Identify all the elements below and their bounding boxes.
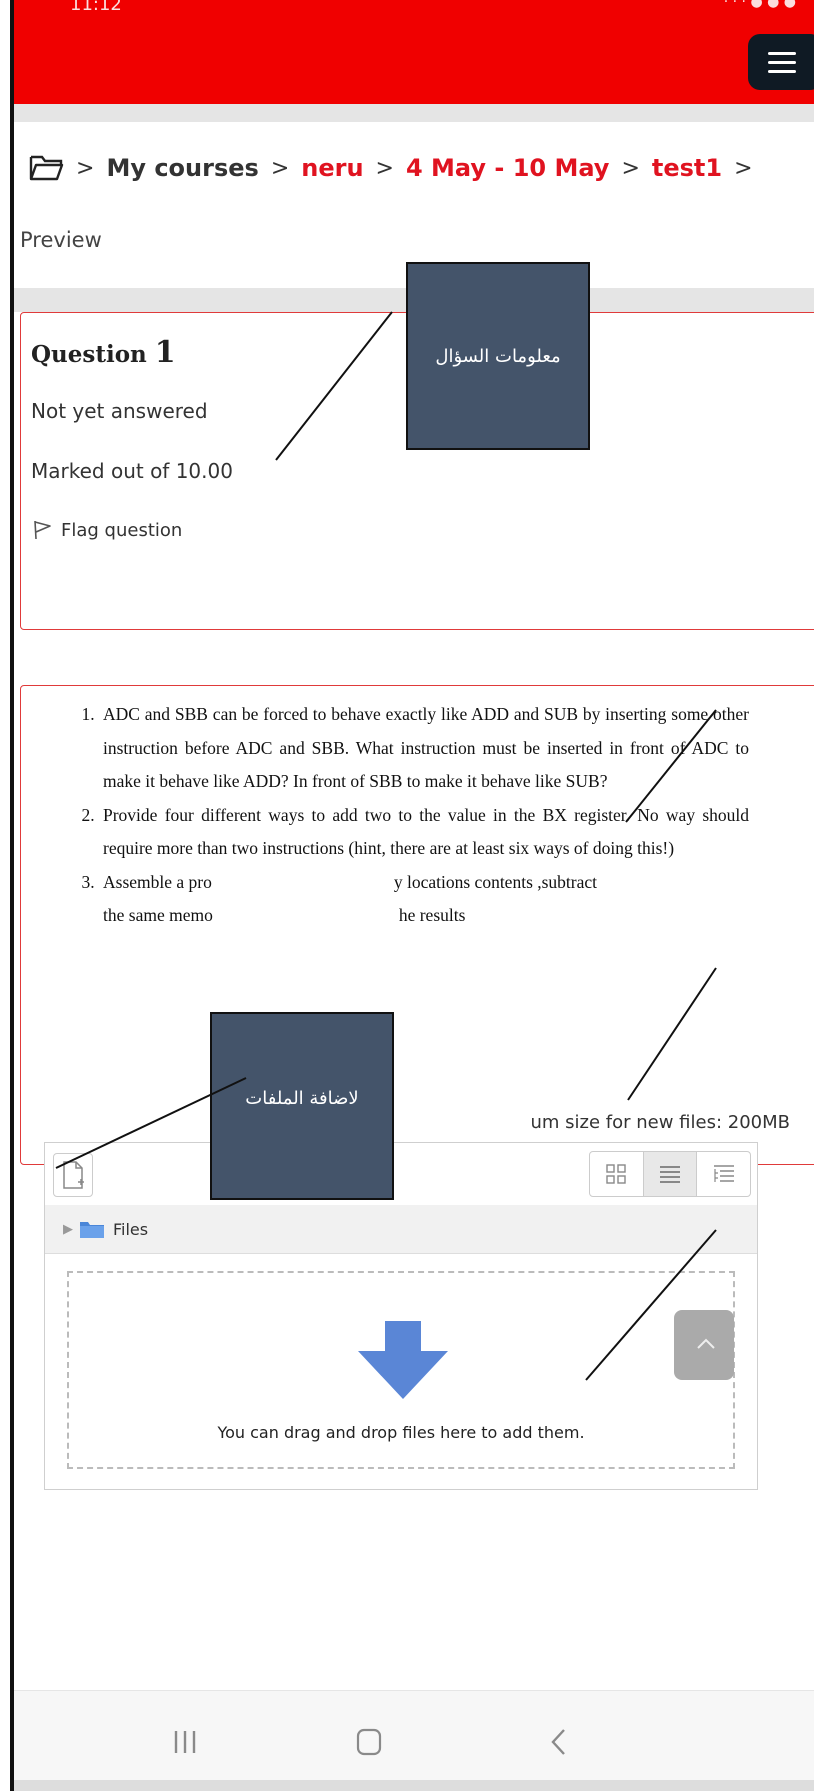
question-text-card: ADC and SBB can be forced to behave exac… — [20, 685, 814, 1165]
status-indicators: · · · ● ● ● — [723, 0, 796, 10]
hamburger-icon-line — [768, 70, 796, 73]
view-tree-button[interactable] — [696, 1152, 750, 1196]
grid-icon — [606, 1164, 627, 1184]
breadcrumb-separator: > — [734, 155, 753, 181]
hamburger-icon-line — [768, 61, 796, 64]
question-title-prefix: Question — [31, 341, 147, 368]
annotation-add-files: لاضافة الملفات — [210, 1012, 394, 1200]
add-file-button[interactable] — [53, 1153, 93, 1197]
question-number: 1 — [154, 335, 176, 370]
breadcrumb-my-courses[interactable]: My courses — [106, 154, 258, 182]
list-icon — [660, 1166, 680, 1183]
chevron-up-icon — [697, 1338, 715, 1349]
breadcrumb-separator: > — [270, 155, 290, 181]
download-arrow-icon — [358, 1321, 448, 1399]
question-mark: Marked out of 10.00 — [31, 459, 233, 483]
question-item-3-part-d: he results — [398, 905, 466, 925]
bottom-edge — [14, 1780, 814, 1791]
question-item-3-part-b: y locations contents ,subtract — [393, 871, 598, 892]
annotation-question-info: معلومات السؤال — [406, 262, 590, 450]
back-icon[interactable] — [544, 1727, 574, 1757]
recent-apps-icon[interactable] — [170, 1727, 200, 1757]
breadcrumb: > My courses > neru > 4 May - 10 May > t… — [28, 148, 765, 188]
drop-zone[interactable]: You can drag and drop files here to add … — [67, 1271, 735, 1469]
breadcrumb-separator: > — [375, 155, 394, 181]
folder-blue-icon — [80, 1222, 104, 1238]
status-bar: 11:12 · · · ● ● ● — [14, 0, 814, 24]
question-item-3-part-c: the same memo — [103, 905, 213, 925]
view-toggle-group — [589, 1151, 751, 1197]
breadcrumb-section[interactable]: 4 May - 10 May — [406, 154, 609, 182]
question-item-3-part-a: Assemble a pro — [103, 871, 212, 892]
folder-icon[interactable] — [28, 153, 64, 183]
header-divider — [14, 104, 814, 122]
question-item-3: Assemble a pro y locations contents ,subt… — [99, 866, 749, 933]
breadcrumb-quiz[interactable]: test1 — [652, 154, 722, 182]
breadcrumb-current: Preview — [20, 228, 102, 252]
question-state: Not yet answered — [31, 399, 208, 423]
home-icon[interactable] — [354, 1727, 384, 1757]
flag-question-label: Flag question — [61, 519, 183, 541]
drop-zone-text: You can drag and drop files here to add … — [217, 1423, 585, 1442]
question-text: ADC and SBB can be forced to behave exac… — [69, 698, 749, 933]
flag-question-link[interactable]: Flag question — [31, 519, 182, 541]
tree-icon — [713, 1165, 734, 1182]
view-icons-button[interactable] — [590, 1152, 643, 1196]
app-frame: 11:12 · · · ● ● ● > My courses > neru > … — [10, 0, 814, 1791]
folder-label[interactable]: Files — [113, 1220, 148, 1239]
question-item-2: Provide four different ways to add two t… — [99, 799, 749, 866]
breadcrumb-separator: > — [76, 155, 95, 181]
scroll-to-top-button[interactable] — [674, 1310, 734, 1380]
flag-icon — [34, 520, 51, 540]
file-manager-toolbar — [45, 1143, 757, 1206]
expand-arrow-icon[interactable]: ▶ — [63, 1222, 73, 1237]
question-item-1: ADC and SBB can be forced to behave exac… — [99, 698, 749, 799]
file-manager: ▶ Files You can drag and drop files here… — [44, 1142, 758, 1490]
annotation-add-files-text: لاضافة الملفات — [245, 1088, 359, 1109]
question-title: Question 1 — [31, 335, 176, 370]
annotation-question-info-text: معلومات السؤال — [435, 346, 561, 367]
hamburger-menu-button[interactable] — [748, 34, 814, 90]
hamburger-icon — [768, 52, 796, 55]
add-file-icon — [63, 1161, 84, 1189]
android-navbar — [14, 1690, 814, 1791]
top-navbar — [14, 24, 814, 104]
status-time: 11:12 — [70, 0, 122, 15]
file-path-bar: ▶ Files — [45, 1205, 757, 1254]
breadcrumb-separator: > — [621, 155, 640, 181]
breadcrumb-course[interactable]: neru — [301, 154, 363, 182]
view-list-button[interactable] — [642, 1152, 697, 1196]
max-file-size: um size for new files: 200MB — [530, 1112, 791, 1133]
